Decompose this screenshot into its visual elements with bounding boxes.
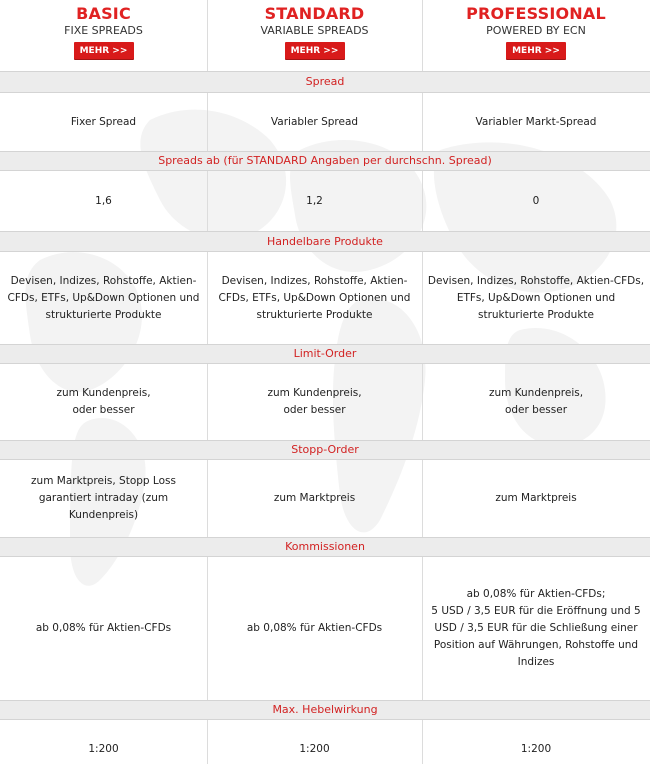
table-cell: 1:200 — [88, 743, 119, 755]
section-header-spread: Spread — [0, 71, 650, 93]
table-cell: 0 — [532, 194, 540, 207]
table-cell: Variabler Spread — [270, 115, 359, 128]
table-row: ab 0,08% für Aktien-CFDs ab 0,08% für Ak… — [0, 557, 650, 700]
table-row: Fixer Spread Variabler Spread Variabler … — [0, 93, 650, 151]
plan-name: PROFESSIONAL — [466, 4, 606, 23]
table-row: zum Kundenpreis, oder besser zum Kundenp… — [0, 364, 650, 440]
more-button[interactable]: MEHR >> — [73, 42, 134, 60]
plan-subtitle: FIXE SPREADS — [64, 24, 143, 37]
table-row: Devisen, Indizes, Rohstoffe, Aktien-CFDs… — [0, 252, 650, 344]
table-cell: 1:200 — [299, 743, 330, 755]
table-row: zum Marktpreis, Stopp Loss garantiert in… — [0, 460, 650, 537]
table-cell: zum Marktpreis, Stopp Loss garantiert in… — [31, 475, 176, 521]
table-cell: Fixer Spread — [70, 115, 137, 128]
section-header-products: Handelbare Produkte — [0, 231, 650, 252]
more-button[interactable]: MEHR >> — [284, 42, 345, 60]
table-cell: Devisen, Indizes, Rohstoffe, Aktien-CFDs… — [218, 274, 411, 321]
comparison-table: BASIC FIXE SPREADS MEHR >> STANDARD VARI… — [0, 0, 650, 764]
section-header-stop-order: Stopp-Order — [0, 440, 650, 460]
plan-subtitle: POWERED BY ECN — [486, 24, 586, 37]
table-cell: zum Kundenpreis, oder besser — [488, 387, 584, 416]
table-cell: Devisen, Indizes, Rohstoffe, Aktien-CFDs… — [427, 274, 645, 321]
section-header-max-leverage: Max. Hebelwirkung — [0, 700, 650, 720]
table-cell: 1:200 — [520, 743, 552, 755]
table-cell: zum Kundenpreis, oder besser — [56, 387, 151, 416]
table-cell: Variabler Markt-Spread — [475, 115, 597, 128]
plan-basic: BASIC FIXE SPREADS MEHR >> — [0, 0, 207, 70]
section-header-limit-order: Limit-Order — [0, 344, 650, 364]
plan-name: BASIC — [76, 4, 131, 23]
plan-subtitle: VARIABLE SPREADS — [260, 24, 369, 37]
table-cell: zum Kundenpreis, oder besser — [267, 387, 362, 416]
table-cell: 1,2 — [306, 194, 323, 207]
plan-standard: STANDARD VARIABLE SPREADS MEHR >> — [207, 0, 422, 70]
table-cell: zum Marktpreis — [273, 492, 356, 504]
plan-name: STANDARD — [264, 4, 365, 23]
table-cell: ab 0,08% für Aktien-CFDs; 5 USD / 3,5 EU… — [431, 588, 641, 668]
table-row: 1:200 1:200 1:200 — [0, 720, 650, 764]
plan-professional: PROFESSIONAL POWERED BY ECN MEHR >> — [422, 0, 650, 70]
more-button[interactable]: MEHR >> — [506, 42, 566, 60]
plan-header-row: BASIC FIXE SPREADS MEHR >> STANDARD VARI… — [0, 0, 650, 70]
table-cell: 1,6 — [95, 194, 112, 207]
table-cell: zum Marktpreis — [495, 492, 577, 504]
table-cell: Devisen, Indizes, Rohstoffe, Aktien-CFDs… — [7, 274, 200, 321]
section-header-spreads-ab: Spreads ab (für STANDARD Angaben per dur… — [0, 151, 650, 171]
table-row: 1,6 1,2 0 — [0, 171, 650, 231]
table-cell: ab 0,08% für Aktien-CFDs — [35, 622, 172, 634]
section-header-commissions: Kommissionen — [0, 537, 650, 557]
table-cell: ab 0,08% für Aktien-CFDs — [246, 622, 383, 634]
